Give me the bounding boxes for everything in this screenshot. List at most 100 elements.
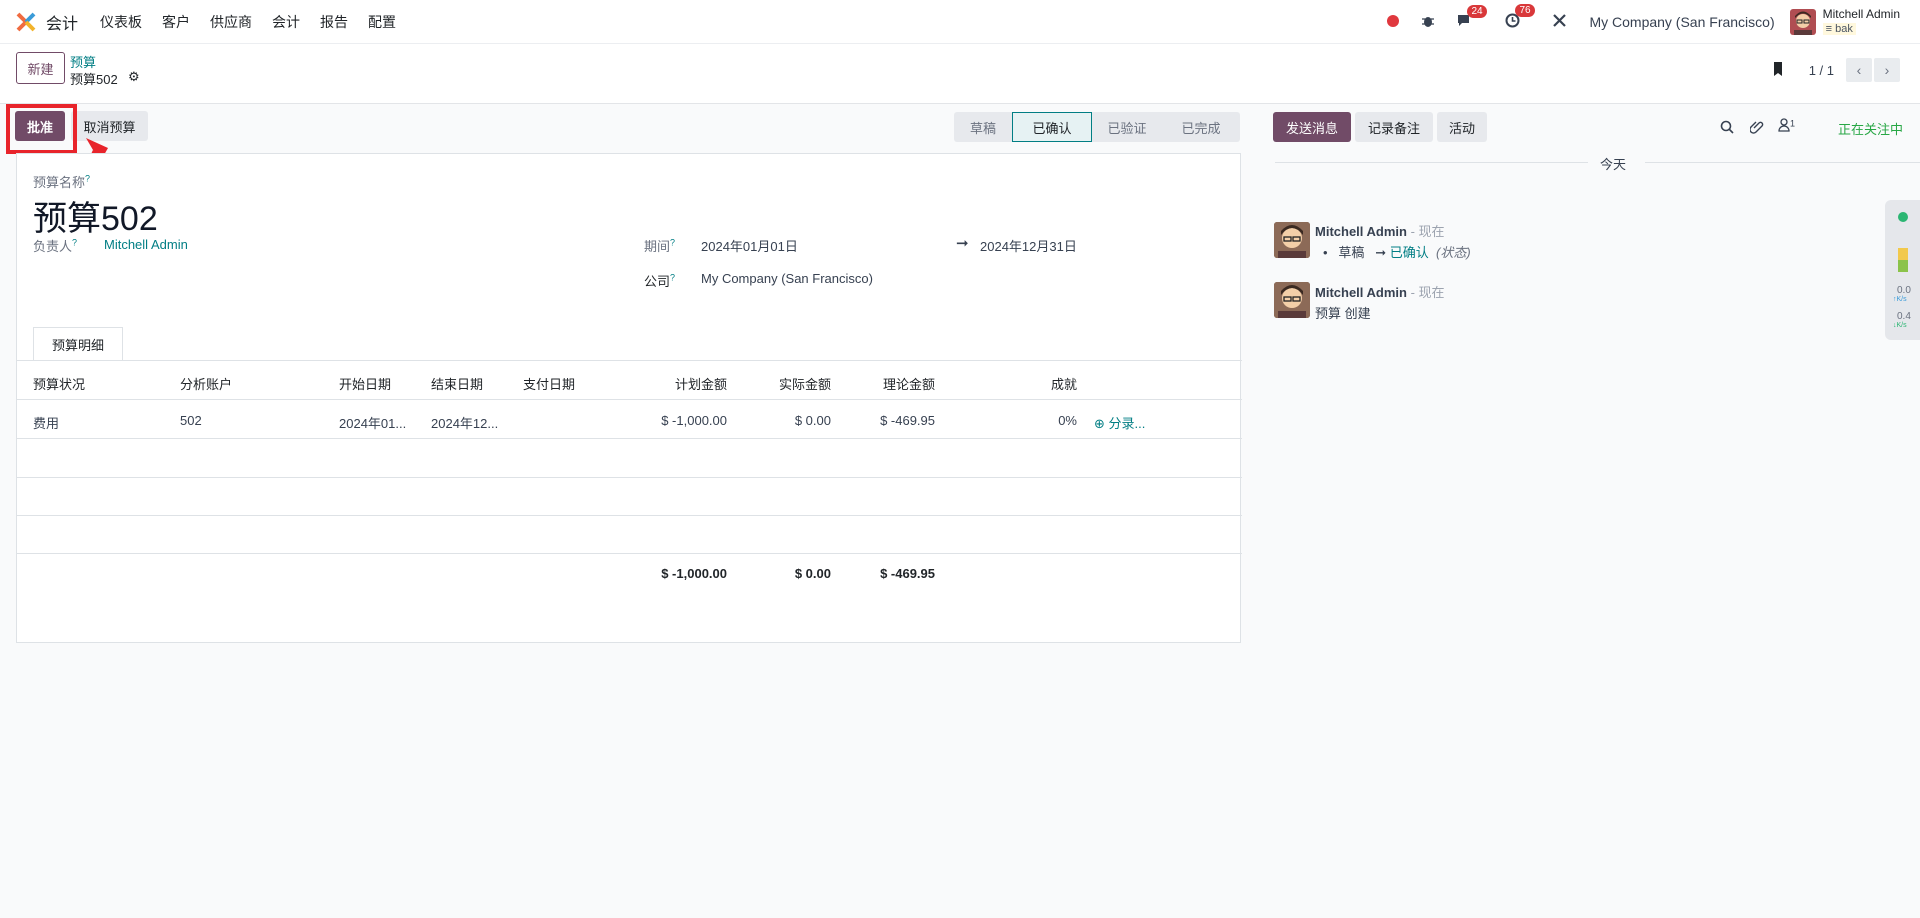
- paperclip-icon[interactable]: [1749, 119, 1764, 138]
- total-practical: $ 0.00: [794, 566, 831, 581]
- empty-row: [17, 440, 1242, 478]
- cell-end: 2024年12...: [431, 416, 499, 431]
- send-message-button[interactable]: 发送消息: [1273, 112, 1351, 142]
- bookmark-icon[interactable]: [1772, 61, 1784, 80]
- name-label: 预算名称?: [33, 173, 91, 190]
- total-planned: $ -1,000.00: [661, 566, 727, 581]
- col-planned-amount[interactable]: 计划金额: [627, 374, 727, 393]
- arrow-circle-icon: ⊕: [1094, 416, 1105, 431]
- app-name[interactable]: 会计: [46, 10, 78, 34]
- network-monitor-widget: 0.0 ↑K/s 0.4 ↓K/s: [1885, 200, 1920, 340]
- menu-configuration[interactable]: 配置: [358, 12, 406, 32]
- company-field[interactable]: My Company (San Francisco): [701, 271, 873, 286]
- message-time: - 现在: [1410, 285, 1445, 300]
- gear-icon[interactable]: ⚙: [128, 69, 140, 85]
- date-to-field[interactable]: 2024年12月31日: [980, 236, 1077, 255]
- messages-badge: 24: [1467, 4, 1487, 18]
- followers-icon[interactable]: 1: [1778, 118, 1795, 135]
- search-icon[interactable]: [1720, 120, 1734, 137]
- activities-badge: 76: [1515, 4, 1535, 17]
- entries-link-label: 分录...: [1108, 416, 1146, 431]
- systray: 24 76 My Company (San Francisco) Mitchel…: [1387, 0, 1920, 44]
- table-row[interactable]: 费用 502 2024年01... 2024年12... $ -1,000.00…: [17, 401, 1242, 439]
- activities-icon[interactable]: 76: [1505, 4, 1535, 31]
- stage-confirmed[interactable]: 已确认: [1012, 112, 1092, 142]
- pager-previous-button[interactable]: ‹: [1846, 58, 1872, 82]
- stage-validated[interactable]: 已验证: [1092, 112, 1162, 142]
- responsible-label: 负责人?: [33, 237, 78, 254]
- download-speed: 0.4: [1897, 311, 1911, 322]
- form-sheet: 预算名称? 预算502 负责人? Mitchell Admin 期间? 2024…: [16, 153, 1242, 643]
- menu-vendors[interactable]: 供应商: [200, 12, 262, 32]
- menu-accounting[interactable]: 会计: [262, 12, 310, 32]
- table-header: 预算状况 分析账户 开始日期 结束日期 支付日期 计划金额 实际金额 理论金额 …: [17, 362, 1242, 400]
- main-menu: 仪表板 客户 供应商 会计 报告 配置: [90, 12, 406, 32]
- cell-practical: $ 0.00: [794, 413, 831, 428]
- user-name: Mitchell Admin: [1822, 7, 1900, 21]
- cell-theoretical: $ -469.95: [880, 413, 935, 428]
- following-button[interactable]: 正在关注中: [1838, 119, 1903, 138]
- user-menu[interactable]: Mitchell Admin ≡ bak: [1822, 7, 1900, 36]
- upload-unit: ↑K/s: [1893, 296, 1907, 303]
- control-panel: 新建 预算 预算502 ⚙ 1 / 1 ‹ ›: [0, 44, 1920, 104]
- pager: 1 / 1 ‹ ›: [1772, 58, 1900, 82]
- record-icon[interactable]: [1387, 14, 1400, 30]
- message-author: Mitchell Admin - 现在: [1315, 285, 1445, 300]
- followers-count: 1: [1790, 118, 1796, 129]
- new-state: 已确认: [1389, 245, 1429, 260]
- entries-link[interactable]: ⊕ 分录...: [1094, 413, 1145, 432]
- message-time: - 现在: [1410, 224, 1445, 239]
- total-theoretical: $ -469.95: [880, 566, 935, 581]
- pager-next-button[interactable]: ›: [1874, 58, 1900, 82]
- top-navbar: 会计 仪表板 客户 供应商 会计 报告 配置 24 76 My Company …: [0, 0, 1920, 44]
- menu-reporting[interactable]: 报告: [310, 12, 358, 32]
- tools-icon[interactable]: [1552, 13, 1567, 31]
- upload-speed: 0.0: [1897, 285, 1911, 296]
- company-label: 公司?: [644, 272, 676, 289]
- col-theoretical-amount[interactable]: 理论金额: [835, 374, 935, 393]
- company-switcher[interactable]: My Company (San Francisco): [1589, 14, 1774, 30]
- form-area: 批准 取消预算 草稿 已确认 已验证 已完成 预算名称? 预算502 负责人? …: [0, 104, 1250, 918]
- messages-icon[interactable]: 24: [1457, 4, 1487, 31]
- app-logo-icon[interactable]: [15, 11, 37, 33]
- avatar[interactable]: [1274, 222, 1310, 258]
- statusbar: 草稿 已确认 已验证 已完成: [954, 112, 1240, 142]
- tab-divider: [17, 360, 1242, 361]
- col-achievement[interactable]: 成就: [977, 374, 1077, 393]
- responsible-field[interactable]: Mitchell Admin: [104, 237, 188, 252]
- col-start-date[interactable]: 开始日期: [339, 374, 391, 393]
- tracking-field: (状态): [1436, 245, 1471, 260]
- arrow-right-icon: ➞: [956, 235, 969, 252]
- col-paid-date[interactable]: 支付日期: [523, 374, 575, 393]
- cell-planned: $ -1,000.00: [661, 413, 727, 428]
- menu-customers[interactable]: 客户: [152, 12, 200, 32]
- budget-name-field[interactable]: 预算502: [33, 191, 158, 240]
- new-button[interactable]: 新建: [16, 52, 65, 84]
- date-from-field[interactable]: 2024年01月01日: [701, 236, 798, 255]
- period-label: 期间?: [644, 237, 676, 254]
- stage-done[interactable]: 已完成: [1162, 112, 1240, 142]
- breadcrumb-current: 预算502: [70, 72, 118, 87]
- activities-button[interactable]: 活动: [1437, 112, 1487, 142]
- avatar[interactable]: [1274, 282, 1310, 318]
- pager-value[interactable]: 1 / 1: [1809, 63, 1834, 78]
- col-practical-amount[interactable]: 实际金额: [731, 374, 831, 393]
- message-author: Mitchell Admin - 现在: [1315, 224, 1445, 239]
- cell-account: 502: [180, 413, 202, 428]
- col-budget-position[interactable]: 预算状况: [33, 374, 85, 393]
- totals-row: $ -1,000.00 $ 0.00 $ -469.95: [17, 554, 1242, 592]
- download-unit: ↓K/s: [1893, 322, 1907, 329]
- tab-budget-lines[interactable]: 预算明细: [33, 327, 123, 361]
- col-analytic-account[interactable]: 分析账户: [180, 374, 232, 393]
- database-name: bak: [1835, 23, 1853, 35]
- menu-dashboard[interactable]: 仪表板: [90, 12, 152, 32]
- chatter: 发送消息 记录备注 活动 1 正在关注中 今天 Mitchell Admin -…: [1250, 104, 1920, 918]
- cell-start: 2024年01...: [339, 416, 407, 431]
- bug-icon[interactable]: [1421, 14, 1435, 31]
- log-note-button[interactable]: 记录备注: [1355, 112, 1433, 142]
- tracking-value: • 草稿 ➞ 已确认 (状态): [1323, 245, 1471, 260]
- col-end-date[interactable]: 结束日期: [431, 374, 483, 393]
- stage-draft[interactable]: 草稿: [954, 112, 1012, 142]
- user-avatar[interactable]: [1789, 9, 1816, 35]
- battery-icon: [1898, 248, 1908, 272]
